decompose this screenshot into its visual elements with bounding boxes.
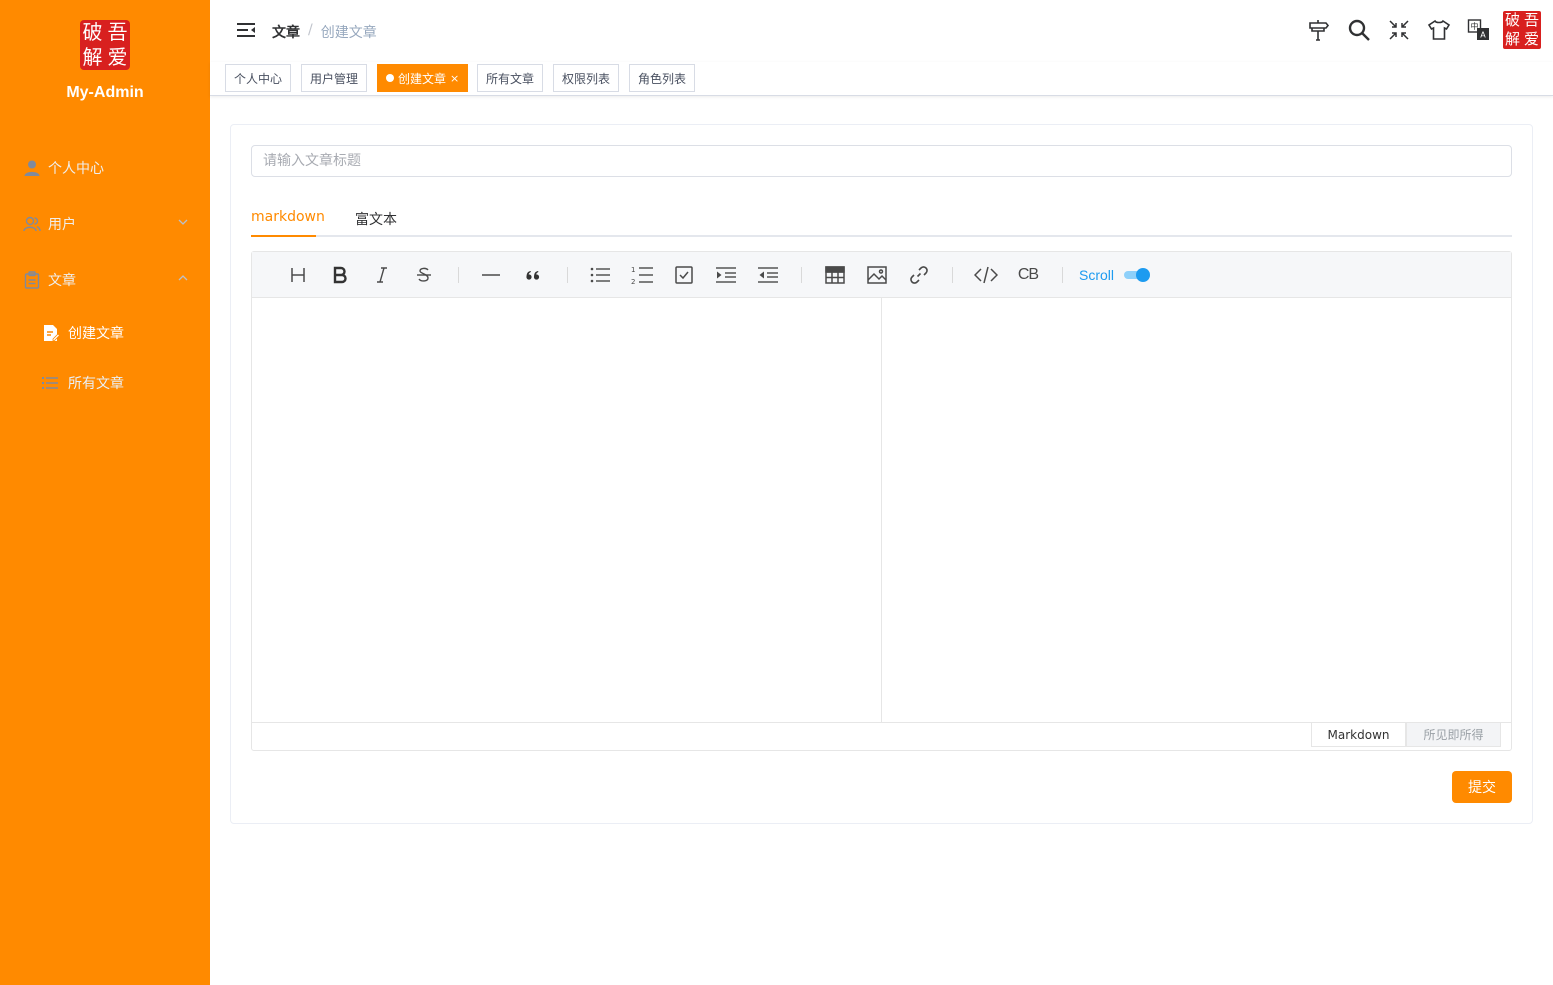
sidebar-subitem-create-article[interactable]: 创建文章 bbox=[0, 308, 210, 358]
outdent-icon[interactable] bbox=[755, 263, 781, 287]
svg-text:A: A bbox=[1480, 31, 1486, 40]
avatar-char: 破 bbox=[1504, 11, 1520, 29]
ordered-list-icon[interactable]: 12 bbox=[629, 263, 655, 287]
sidebar-item-label: 文章 bbox=[48, 273, 76, 289]
link-icon[interactable] bbox=[906, 263, 932, 287]
markdown-editor: 12 CB Scroll Markdown 所见即所得 bbox=[251, 251, 1512, 751]
task-list-icon[interactable] bbox=[671, 263, 697, 287]
users-icon bbox=[22, 214, 42, 234]
tag-create-article[interactable]: 创建文章 × bbox=[377, 64, 469, 92]
indent-icon[interactable] bbox=[713, 263, 739, 287]
tag-permission-list[interactable]: 权限列表 bbox=[553, 64, 620, 92]
logo-char: 爱 bbox=[107, 45, 128, 69]
navbar: 文章 / 创建文章 中A 破 吾 解 爱 bbox=[210, 0, 1553, 62]
logo-char: 吾 bbox=[107, 20, 128, 44]
toolbar-divider bbox=[1062, 267, 1063, 283]
tab-rich-text[interactable]: 富文本 bbox=[355, 209, 397, 229]
sidebar-item-users[interactable]: 用户 bbox=[0, 199, 210, 249]
tag-all-articles[interactable]: 所有文章 bbox=[477, 64, 544, 92]
sidebar-subitem-label: 所有文章 bbox=[68, 376, 124, 392]
sidebar-item-label: 个人中心 bbox=[48, 161, 104, 177]
chevron-up-icon bbox=[178, 273, 188, 286]
bullet-list-icon[interactable] bbox=[587, 263, 613, 287]
scroll-sync-label: Scroll bbox=[1079, 267, 1115, 283]
toggle-knob bbox=[1136, 268, 1150, 282]
theme-shirt-icon[interactable] bbox=[1419, 10, 1459, 50]
bold-icon[interactable] bbox=[327, 263, 353, 287]
logo: 破 吾 解 爱 bbox=[80, 20, 130, 70]
toolbar-divider bbox=[458, 267, 459, 283]
tag-user-management[interactable]: 用户管理 bbox=[301, 64, 368, 92]
list-icon bbox=[42, 373, 62, 393]
tag-label: 权限列表 bbox=[562, 71, 611, 86]
quote-icon[interactable] bbox=[520, 263, 546, 287]
close-icon[interactable]: × bbox=[450, 72, 459, 85]
tag-label: 用户管理 bbox=[310, 71, 359, 86]
tab-active-indicator bbox=[251, 235, 316, 237]
hamburger-icon[interactable] bbox=[236, 20, 256, 40]
svg-text:1: 1 bbox=[631, 266, 635, 274]
tab-markdown[interactable]: markdown bbox=[251, 209, 325, 225]
code-icon[interactable] bbox=[973, 263, 999, 287]
strikethrough-icon[interactable] bbox=[411, 263, 437, 287]
tag-label: 个人中心 bbox=[234, 71, 283, 86]
user-icon bbox=[22, 158, 42, 178]
logo-char: 破 bbox=[82, 20, 103, 44]
avatar-char: 吾 bbox=[1523, 11, 1539, 29]
breadcrumb-parent[interactable]: 文章 bbox=[272, 22, 300, 42]
scroll-sync-toggle[interactable] bbox=[1124, 268, 1150, 282]
article-form-card: markdown 富文本 bbox=[230, 124, 1533, 824]
breadcrumb-separator: / bbox=[308, 22, 313, 38]
mode-markdown-button[interactable]: Markdown bbox=[1311, 723, 1406, 747]
tag-profile[interactable]: 个人中心 bbox=[225, 64, 292, 92]
editor-tabs: markdown 富文本 bbox=[251, 201, 1512, 237]
editor-toolbar: 12 CB Scroll bbox=[252, 252, 1511, 298]
fullscreen-exit-icon[interactable] bbox=[1379, 10, 1419, 50]
app-title: My-Admin bbox=[66, 84, 144, 101]
breadcrumb: 文章 / 创建文章 bbox=[272, 22, 377, 42]
submit-button[interactable]: 提交 bbox=[1452, 771, 1512, 803]
avatar[interactable]: 破 吾 解 爱 bbox=[1503, 11, 1541, 49]
avatar-char: 爱 bbox=[1523, 30, 1539, 48]
header-actions: 中A 破 吾 解 爱 bbox=[1299, 10, 1541, 50]
app-root: 破 吾 解 爱 My-Admin 个人中心 用户 文章 创建文章 所有文章 文章… bbox=[0, 0, 1553, 985]
breadcrumb-current: 创建文章 bbox=[320, 25, 377, 41]
toolbar-divider bbox=[567, 267, 568, 283]
svg-text:2: 2 bbox=[631, 278, 635, 285]
tag-role-list[interactable]: 角色列表 bbox=[629, 64, 696, 92]
logo-char: 解 bbox=[82, 45, 103, 69]
mode-wysiwyg-button[interactable]: 所见即所得 bbox=[1406, 723, 1501, 747]
chevron-down-icon bbox=[178, 217, 188, 230]
toolbar-divider bbox=[801, 267, 802, 283]
signpost-icon[interactable] bbox=[1299, 10, 1339, 50]
sidebar: 破 吾 解 爱 My-Admin 个人中心 用户 文章 创建文章 所有文章 bbox=[0, 0, 210, 985]
horizontal-rule-icon[interactable] bbox=[478, 263, 504, 287]
table-icon[interactable] bbox=[822, 263, 848, 287]
sidebar-subitem-all-articles[interactable]: 所有文章 bbox=[0, 358, 210, 408]
heading-icon[interactable] bbox=[285, 263, 311, 287]
italic-icon[interactable] bbox=[369, 263, 395, 287]
search-icon[interactable] bbox=[1339, 10, 1379, 50]
preview-pane bbox=[883, 298, 1511, 722]
article-title-input[interactable] bbox=[251, 145, 1512, 177]
tag-label: 所有文章 bbox=[486, 71, 535, 86]
language-icon[interactable]: 中A bbox=[1459, 10, 1499, 50]
tag-label: 角色列表 bbox=[638, 71, 687, 86]
avatar-char: 解 bbox=[1504, 30, 1520, 48]
toolbar-divider bbox=[952, 267, 953, 283]
editor-mode-bar: Markdown 所见即所得 bbox=[252, 722, 1511, 750]
sidebar-item-label: 用户 bbox=[48, 217, 76, 233]
active-dot-icon bbox=[386, 74, 394, 82]
tags-view: 个人中心 用户管理 创建文章 × 所有文章 权限列表 角色列表 bbox=[210, 62, 1553, 96]
sidebar-item-articles[interactable]: 文章 bbox=[0, 255, 210, 305]
markdown-input-pane[interactable] bbox=[252, 298, 882, 722]
image-icon[interactable] bbox=[864, 263, 890, 287]
sidebar-subitem-label: 创建文章 bbox=[68, 326, 124, 342]
sidebar-item-profile[interactable]: 个人中心 bbox=[0, 143, 210, 193]
code-block-icon[interactable]: CB bbox=[1014, 263, 1042, 287]
code-block-label: CB bbox=[1017, 266, 1039, 283]
tag-label: 创建文章 bbox=[398, 71, 447, 86]
clipboard-icon bbox=[22, 270, 42, 290]
document-edit-icon bbox=[42, 323, 62, 343]
